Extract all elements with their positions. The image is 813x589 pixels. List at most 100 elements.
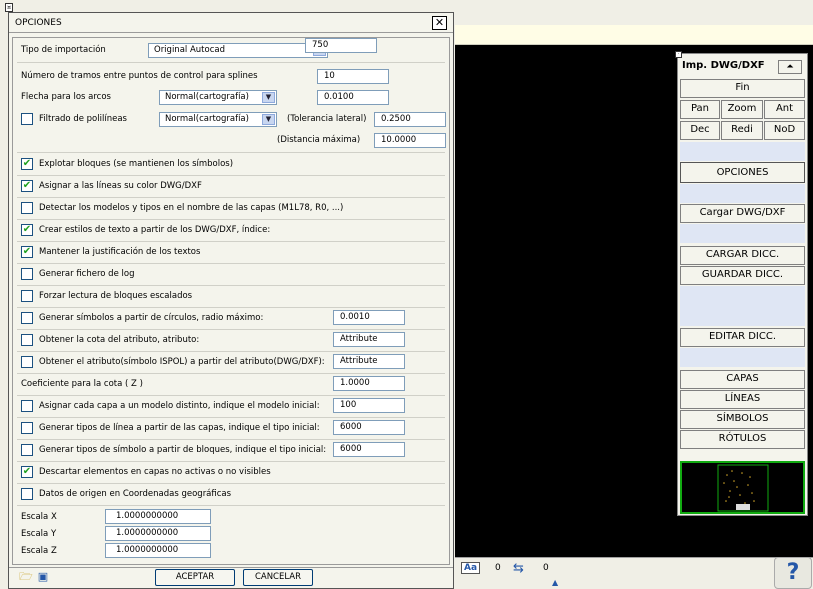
overview-minimap[interactable] — [680, 461, 805, 514]
coeficiente-input[interactable]: 1.0000 — [333, 376, 405, 391]
chevron-up-icon[interactable]: ▲ — [552, 578, 558, 587]
obtener-atributo-label: Obtener el atributo(símbolo ISPOL) a par… — [39, 357, 325, 367]
mantener-checkbox[interactable]: ✔ — [21, 246, 33, 258]
filtrado-mode-select[interactable]: Normal(cartografía) ▼ — [159, 112, 277, 127]
text-count: 0 — [495, 563, 501, 573]
rotulos-button[interactable]: RÓTULOS — [680, 430, 805, 449]
generar-simbolo-input[interactable]: 6000 — [333, 442, 405, 457]
palette-spacer — [680, 184, 805, 203]
palette-spacer — [680, 142, 805, 161]
save-icon[interactable]: ▣ — [36, 571, 50, 583]
descartar-label: Descartar elementos en capas no activas … — [39, 467, 271, 477]
escala-y-input[interactable]: 1.0000000000 — [105, 526, 211, 541]
aceptar-button[interactable]: ACEPTAR — [155, 569, 235, 586]
generar-log-checkbox[interactable] — [21, 268, 33, 280]
escala-z-label: Escala Z — [21, 546, 57, 556]
escala-z-input[interactable]: 1.0000000000 — [105, 543, 211, 558]
folder-open-icon[interactable]: 🗁 — [19, 571, 33, 583]
divider — [17, 395, 445, 396]
detectar-checkbox[interactable] — [21, 202, 33, 214]
cargar-dicc-button[interactable]: CARGAR DICC. — [680, 246, 805, 265]
options-dialog: ¤ OPCIONES ✕ Tipo de importación Origina… — [5, 3, 454, 589]
object-count: 0 — [543, 563, 549, 573]
distancia-label: (Distancia máxima) — [277, 135, 361, 145]
simbolos-button[interactable]: SÍMBOLOS — [680, 410, 805, 429]
divider — [17, 285, 445, 286]
mantener-label: Mantener la justificación de los textos — [39, 247, 201, 257]
capas-button[interactable]: CAPAS — [680, 370, 805, 389]
pin-icon[interactable]: ¤ — [5, 3, 13, 12]
obtener-atributo-input[interactable]: Attribute — [333, 354, 405, 369]
divider — [17, 373, 445, 374]
escala-x-label: Escala X — [21, 512, 57, 522]
lineas-button[interactable]: LÍNEAS — [680, 390, 805, 409]
tramos-input[interactable]: 10 — [317, 69, 389, 84]
explotar-checkbox[interactable]: ✔ — [21, 158, 33, 170]
divider — [17, 241, 445, 242]
divider — [17, 505, 445, 506]
forzar-label: Forzar lectura de bloques escalados — [39, 291, 193, 301]
divider — [17, 439, 445, 440]
palette-spacer — [680, 224, 805, 243]
tipo-importacion-label: Tipo de importación — [21, 45, 106, 55]
generar-linea-checkbox[interactable] — [21, 422, 33, 434]
obtener-cota-input[interactable]: Attribute — [333, 332, 405, 347]
asignar-capa-checkbox[interactable] — [21, 400, 33, 412]
ant-button[interactable]: Ant — [764, 100, 805, 119]
datos-origen-checkbox[interactable] — [21, 488, 33, 500]
guardar-dicc-button[interactable]: GUARDAR DICC. — [680, 266, 805, 285]
info-bar — [455, 25, 813, 45]
redi-button[interactable]: Redi — [721, 121, 763, 140]
divider — [17, 307, 445, 308]
escala-x-input[interactable]: 1.0000000000 — [105, 509, 211, 524]
collapse-button[interactable]: ⏶ — [778, 60, 802, 74]
divider — [17, 417, 445, 418]
generar-simbolo-checkbox[interactable] — [21, 444, 33, 456]
datos-origen-label: Datos de origen en Coordenadas geográfic… — [39, 489, 232, 499]
chevron-down-icon: ▼ — [262, 92, 275, 103]
swap-icon[interactable]: ⇆ — [513, 561, 524, 576]
tolerancia-input[interactable]: 0.2500 — [374, 112, 446, 127]
generar-simbolos-input[interactable]: 0.0010 — [333, 310, 405, 325]
crear-estilos-label: Crear estilos de texto a partir de los D… — [39, 225, 271, 235]
editar-dicc-button[interactable]: EDITAR DICC. — [680, 328, 805, 347]
pan-button[interactable]: Pan — [680, 100, 720, 119]
distancia-input[interactable]: 10.0000 — [374, 133, 446, 148]
asignar-capa-input[interactable]: 100 — [333, 398, 405, 413]
divider — [17, 62, 445, 63]
descartar-checkbox[interactable]: ✔ — [21, 466, 33, 478]
divider — [17, 263, 445, 264]
asignar-color-checkbox[interactable]: ✔ — [21, 180, 33, 192]
cancelar-button[interactable]: CANCELAR — [243, 569, 313, 586]
nod-button[interactable]: NoD — [764, 121, 805, 140]
cargar-dwg-button[interactable]: Cargar DWG/DXF — [680, 204, 805, 223]
obtener-cota-label: Obtener la cota del atributo, atributo: — [39, 335, 200, 345]
fin-button[interactable]: Fin — [680, 79, 805, 98]
text-tool-button[interactable]: Aa — [461, 562, 481, 574]
obtener-cota-checkbox[interactable] — [21, 334, 33, 346]
pin-icon[interactable]: · — [675, 51, 682, 58]
generar-simbolos-checkbox[interactable] — [21, 312, 33, 324]
divider — [17, 351, 445, 352]
opciones-button[interactable]: OPCIONES — [680, 162, 805, 183]
tipo-importacion-select[interactable]: Original Autocad▼ — [148, 43, 328, 58]
divider — [17, 219, 445, 220]
close-button[interactable]: ✕ — [432, 16, 447, 30]
flecha-input[interactable]: 0.0100 — [317, 90, 389, 105]
divider — [17, 152, 445, 153]
dialog-titlebar: OPCIONES ✕ — [9, 13, 453, 33]
forzar-checkbox[interactable] — [21, 290, 33, 302]
filtrado-checkbox[interactable] — [21, 113, 33, 125]
help-button[interactable]: ? — [774, 557, 812, 589]
crear-estilos-checkbox[interactable]: ✔ — [21, 224, 33, 236]
zoom-button[interactable]: Zoom — [721, 100, 763, 119]
palette-spacer — [680, 348, 805, 367]
obtener-atributo-checkbox[interactable] — [21, 356, 33, 368]
crear-estilos-input[interactable]: 750 — [305, 38, 377, 53]
flecha-mode-select[interactable]: Normal(cartografía) ▼ — [159, 90, 277, 105]
footer-divider — [9, 567, 453, 568]
tramos-label: Número de tramos entre puntos de control… — [21, 71, 258, 81]
generar-linea-input[interactable]: 6000 — [333, 420, 405, 435]
import-palette: Imp. DWG/DXF · ⏶ Fin Pan Zoom Ant Dec Re… — [675, 51, 808, 516]
dec-button[interactable]: Dec — [680, 121, 720, 140]
